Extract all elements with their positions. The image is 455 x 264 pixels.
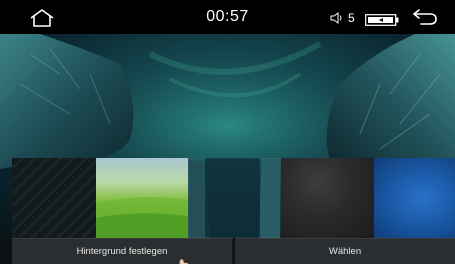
thumbnail-dark-clouds[interactable] (281, 158, 374, 238)
thumbnail-aurora-selected[interactable] (188, 158, 281, 238)
thumbnail-dark-texture[interactable] (12, 158, 96, 238)
volume-icon (330, 12, 342, 24)
action-bar: Hintergrund festlegen Wählen (12, 238, 455, 264)
back-icon[interactable] (411, 7, 439, 27)
set-wallpaper-button[interactable]: Hintergrund festlegen (12, 238, 233, 264)
thumbnail-strip (12, 158, 455, 238)
hand-cursor-icon (176, 254, 190, 264)
volume-indicator[interactable]: 5 (330, 10, 370, 26)
wallpaper-picker-screen: 00:57 5 Hintergrund festlegen Wählen (0, 0, 455, 264)
green-field-image (96, 197, 188, 238)
status-bar: 00:57 5 (0, 0, 455, 34)
volume-level: 5 (348, 11, 355, 25)
battery-icon (365, 11, 399, 26)
choose-button[interactable]: Wählen (235, 238, 455, 264)
thumbnail-green-field[interactable] (96, 158, 188, 238)
thumbnail-blue-glow[interactable] (374, 158, 455, 238)
